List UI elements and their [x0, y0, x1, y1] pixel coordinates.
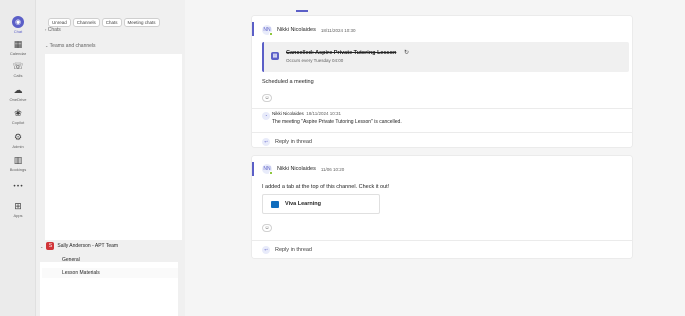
message-card: NN Nikki Nicolaides 11/06 10:20 I added … [252, 156, 632, 258]
rail-label: Calls [13, 73, 23, 78]
meeting-title: Cancelled: Aspire Private Tutoring Lesso… [286, 50, 397, 56]
system-time: 18/11/2024 10:31 [306, 111, 341, 116]
add-reaction-button[interactable]: ☺ [262, 94, 272, 102]
cloud-icon: ☁ [13, 86, 23, 96]
filter-channels[interactable]: Channels [72, 18, 100, 27]
rail-label: Bookings [9, 167, 27, 172]
meeting-recurrence: Occurs every Tuesday 04:00 [286, 58, 344, 63]
avatar: ◔ [262, 112, 270, 120]
teams-section[interactable]: ⌄ Teams and channels [45, 43, 96, 49]
filter-chats[interactable]: Chats [101, 18, 122, 27]
rail-label: Apps [13, 213, 23, 218]
avatar[interactable]: NN [262, 164, 273, 175]
active-tab-indicator [296, 10, 308, 12]
chat-icon: ◉ [12, 16, 24, 28]
thread-indicator [252, 22, 254, 36]
presence-dot [269, 171, 273, 175]
message-card: NN Nikki Nicolaides 18/11/2024 10:30 ▦ C… [252, 16, 632, 147]
team-avatar: S [46, 242, 55, 250]
viva-learning-tab-card[interactable]: Viva Learning [262, 194, 380, 214]
timestamp: 11/06 10:20 [320, 166, 345, 172]
rail-calls[interactable]: ☏ Calls [0, 62, 36, 86]
message-header: NN Nikki Nicolaides 11/06 10:20 [262, 164, 345, 175]
divider [252, 108, 632, 109]
add-reaction-button[interactable]: ☺ [262, 224, 272, 232]
avatar[interactable]: NN [262, 25, 273, 36]
rail-chat[interactable]: ◉ Chat [0, 16, 36, 40]
reply-in-thread-button[interactable]: ↩ Reply in thread [262, 138, 312, 146]
rail-apps[interactable]: ⊞ Apps [0, 202, 36, 226]
message-body: Scheduled a meeting [262, 79, 314, 85]
reply-label: Reply in thread [275, 247, 312, 253]
team-name: Sally Anderson - APT Team [57, 243, 119, 249]
more-icon: ••• [12, 183, 24, 190]
rail-label: Chat [13, 29, 23, 34]
rail-label: Admin [12, 144, 24, 149]
channel-general[interactable]: General [62, 257, 80, 263]
thread-indicator [252, 162, 254, 176]
admin-icon: ⚙ [13, 133, 23, 143]
chevron-down-icon: ⌄ [40, 243, 44, 249]
rail-label: Copilot [11, 120, 25, 125]
reply-icon: ↩ [262, 138, 270, 146]
team-item[interactable]: ⌄ S Sally Anderson - APT Team [40, 242, 118, 250]
rail-label: Calendar [9, 51, 27, 56]
reply-in-thread-button[interactable]: ↩ Reply in thread [262, 246, 312, 254]
author-name[interactable]: Nikki Nicolaides [277, 27, 316, 33]
reply-label: Reply in thread [275, 139, 312, 145]
apps-icon: ⊞ [14, 202, 22, 212]
calendar-icon: ▦ [13, 40, 23, 50]
presence-dot [269, 32, 273, 36]
filter-meeting-chats[interactable]: Meeting chats [123, 18, 160, 27]
system-author: Nikki Nicolaides [272, 111, 304, 116]
divider [252, 240, 632, 241]
refresh-icon: ↻ [404, 50, 410, 56]
chats-section[interactable]: › Chats [45, 27, 61, 33]
message-header: NN Nikki Nicolaides 18/11/2024 10:30 [262, 25, 356, 36]
channel-lesson-materials[interactable]: Lesson Materials [42, 268, 178, 278]
rail-bookings[interactable]: ▥ Bookings [0, 156, 36, 180]
teams-list-area [45, 54, 182, 240]
copilot-icon: ❀ [14, 109, 22, 119]
rail-label: OneDrive [9, 97, 27, 102]
calendar-icon: ▦ [271, 52, 279, 60]
bookings-icon: ▥ [13, 156, 23, 166]
rail-onedrive[interactable]: ☁ OneDrive [0, 86, 36, 110]
filter-unread[interactable]: Unread [48, 18, 71, 27]
system-author-line: Nikki Nicolaides 18/11/2024 10:31 [272, 111, 341, 116]
teams-header: Teams and channels [49, 43, 96, 49]
divider [252, 132, 632, 133]
app-rail: ◉ Chat ▦ Calendar ☏ Calls ☁ OneDrive ❀ C… [0, 0, 36, 316]
meeting-card[interactable]: ▦ Cancelled: Aspire Private Tutoring Les… [262, 42, 629, 72]
timestamp: 18/11/2024 10:30 [320, 27, 356, 33]
chevron-down-icon: ⌄ [45, 43, 49, 48]
system-text: The meeting "Aspire Private Tutoring Les… [272, 119, 402, 125]
viva-learning-icon [271, 200, 279, 208]
rail-admin[interactable]: ⚙ Admin [0, 133, 36, 157]
chevron-right-icon: › [45, 27, 47, 32]
tab-card-label: Viva Learning [285, 201, 321, 207]
rail-calendar[interactable]: ▦ Calendar [0, 40, 36, 64]
reply-icon: ↩ [262, 246, 270, 254]
chats-header: Chats [47, 27, 61, 33]
message-body: I added a tab at the top of this channel… [262, 184, 390, 190]
phone-icon: ☏ [12, 62, 24, 72]
filter-chips: Unread Channels Chats Meeting chats [48, 18, 160, 27]
author-name[interactable]: Nikki Nicolaides [277, 166, 316, 172]
rail-copilot[interactable]: ❀ Copilot [0, 109, 36, 133]
